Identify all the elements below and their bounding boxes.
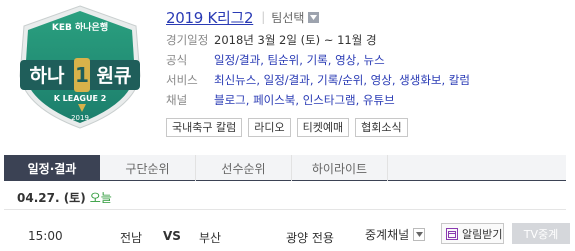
tab-bar: 일정·결과 구단순위 선수순위 하이라이트: [4, 155, 566, 181]
tag-column[interactable]: 국내축구 칼럼: [166, 118, 243, 137]
link-youtube[interactable]: 유튜브: [363, 93, 395, 107]
tab-player-rankings[interactable]: 선수순위: [196, 155, 292, 181]
channel-links: 블로그, 페이스북, 인스타그램, 유튜브: [214, 93, 395, 107]
tag-list: 국내축구 칼럼 라디오 티켓예매 협회소식: [166, 118, 408, 137]
team-select[interactable]: | 팀선택: [261, 9, 320, 26]
tag-tickets[interactable]: 티켓예매: [296, 118, 350, 137]
logo-league-text: K LEAGUE 2: [54, 94, 107, 103]
alarm-label: 알림받기: [462, 227, 503, 241]
team-select-label: 팀선택: [271, 10, 305, 25]
match-date: 04.27. (토): [17, 191, 86, 205]
tag-radio[interactable]: 라디오: [248, 118, 291, 137]
tag-association-news[interactable]: 협회소식: [355, 118, 408, 137]
channel-label: 중계채널: [365, 228, 410, 242]
today-badge: 오늘: [89, 191, 112, 205]
info-label: 서비스: [166, 73, 198, 87]
info-row-service: 서비스 최신뉴스, 일정/결과, 기록/순위, 영상, 생생화보, 칼럼: [166, 70, 566, 90]
tab-schedule-results[interactable]: 일정·결과: [4, 155, 100, 181]
tv-broadcast-button[interactable]: TV중계: [512, 223, 570, 244]
tab-highlights[interactable]: 하이라이트: [292, 155, 388, 181]
away-team[interactable]: 부산: [199, 229, 221, 246]
logo-name-right: 원큐: [97, 65, 132, 87]
info-label: 공식: [166, 53, 188, 67]
chevron-down-icon[interactable]: [413, 228, 426, 241]
league-title-link[interactable]: 2019 K리그2: [166, 7, 254, 28]
link-records-rankings[interactable]: 기록/순위: [317, 73, 363, 87]
link-official-schedule[interactable]: 일정/결과: [214, 53, 260, 67]
divider: |: [261, 10, 266, 24]
season-period: 2018년 3월 2일 (토) ~ 11월 경: [214, 33, 377, 47]
logo-sponsor-text: KEB 하나은행: [52, 21, 108, 33]
league-info: 2019 K리그2 | 팀선택 경기일정 2018년 3월 2일 (토) ~ 1…: [166, 6, 566, 137]
match-time: 15:00: [28, 229, 63, 243]
info-row-schedule: 경기일정 2018년 3월 2일 (토) ~ 11월 경: [166, 30, 566, 50]
calendar-icon: [446, 227, 458, 240]
info-label: 채널: [166, 93, 188, 107]
link-photos[interactable]: 생생화보: [399, 73, 441, 87]
link-column[interactable]: 칼럼: [449, 73, 470, 87]
link-schedule-results[interactable]: 일정/결과: [264, 73, 310, 87]
match-row: 15:00 전남 VS 부산 광양 전용 중계채널 알림받기 TV중계: [4, 218, 570, 251]
link-official-news[interactable]: 뉴스: [364, 53, 385, 67]
info-label: 경기일정: [166, 33, 209, 47]
service-links: 최신뉴스, 일정/결과, 기록/순위, 영상, 생생화보, 칼럼: [214, 73, 470, 87]
home-team[interactable]: 전남: [120, 229, 142, 246]
broadcast-channel-select[interactable]: 중계채널: [365, 226, 426, 243]
info-row-channel: 채널 블로그, 페이스북, 인스타그램, 유튜브: [166, 90, 566, 110]
league-logo: KEB 하나은행 하나 1 원큐 K LEAGUE 2 2019: [19, 5, 141, 129]
venue: 광양 전용: [286, 231, 334, 245]
link-video[interactable]: 영상: [371, 73, 392, 87]
link-latest-news[interactable]: 최신뉴스: [214, 73, 256, 87]
tab-team-rankings[interactable]: 구단순위: [100, 155, 196, 181]
link-blog[interactable]: 블로그: [214, 93, 246, 107]
link-official-video[interactable]: 영상: [335, 53, 356, 67]
date-header: 04.27. (토) 오늘: [4, 186, 566, 210]
link-official-records[interactable]: 기록: [307, 53, 328, 67]
info-row-official: 공식 일정/결과, 팀순위, 기록, 영상, 뉴스: [166, 50, 566, 70]
link-official-standings[interactable]: 팀순위: [268, 53, 300, 67]
link-instagram[interactable]: 인스타그램: [303, 93, 356, 107]
title-row: 2019 K리그2 | 팀선택: [166, 6, 566, 28]
link-facebook[interactable]: 페이스북: [253, 93, 295, 107]
logo-name-left: 하나: [30, 65, 65, 87]
alarm-button[interactable]: 알림받기: [441, 223, 504, 244]
official-links: 일정/결과, 팀순위, 기록, 영상, 뉴스: [214, 53, 385, 67]
vs-label: VS: [163, 229, 181, 243]
chevron-down-icon[interactable]: [308, 11, 320, 23]
logo-year-text: 2019: [71, 114, 89, 122]
logo-name-digit: 1: [75, 63, 89, 87]
